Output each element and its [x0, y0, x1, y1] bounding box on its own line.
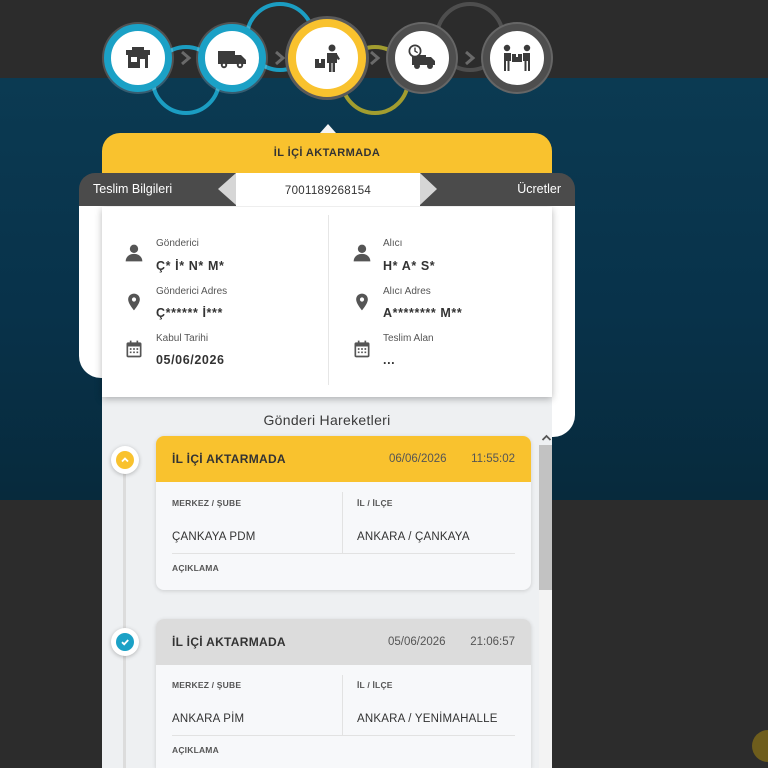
- package-handover-icon: [501, 42, 533, 74]
- branch-value: ANKARA PİM: [172, 713, 245, 725]
- step-in-transit: [198, 24, 266, 92]
- sender-address-label: Gönderici Adres: [156, 286, 228, 297]
- movement-date: 05/06/2026: [388, 636, 446, 648]
- shipment-info-box: Gönderici Ç* İ* N* M* Gönderici Adres Ç*…: [102, 207, 552, 397]
- tab-fees[interactable]: Ücretler: [420, 173, 575, 206]
- receiver-label: Alıcı: [383, 238, 403, 249]
- movement-column-divider: [342, 492, 343, 553]
- person-icon: [124, 243, 144, 263]
- location-pin-icon: [124, 292, 144, 312]
- tracking-number: 7001189268154: [236, 173, 420, 206]
- sender-address-value: Ç****** İ***: [156, 306, 223, 320]
- movement-column-divider: [342, 675, 343, 736]
- delivered-to-value: ...: [383, 353, 396, 367]
- active-step-pointer: [320, 124, 336, 133]
- step-out-for-delivery: [388, 24, 456, 92]
- movement-time: 11:55:02: [471, 453, 515, 465]
- movement-card-header[interactable]: İL İÇİ AKTARMADA 06/06/2026 11:55:02: [156, 436, 531, 482]
- info-column-divider: [328, 215, 329, 385]
- tab-fees-label: Ücretler: [517, 182, 561, 196]
- person-icon: [352, 243, 372, 263]
- sender-value: Ç* İ* N* M*: [156, 259, 225, 273]
- step-arrow-icon: [181, 50, 192, 66]
- step-arrow-icon: [465, 50, 476, 66]
- accept-date-label: Kabul Tarihi: [156, 333, 209, 344]
- city-value: ANKARA / YENİMAHALLE: [357, 713, 498, 725]
- current-status-header: İL İÇİ AKTARMADA: [102, 133, 552, 173]
- receiver-address-value: A******** M**: [383, 306, 463, 320]
- movement-status: İL İÇİ AKTARMADA: [172, 452, 286, 466]
- movement-row-divider: [172, 735, 515, 736]
- card-panel-edge: [552, 200, 575, 437]
- step-branch-office: [104, 24, 172, 92]
- movement-time: 21:06:57: [470, 636, 515, 648]
- movement-status: İL İÇİ AKTARMADA: [172, 635, 286, 649]
- delivered-to-label: Teslim Alan: [383, 333, 434, 344]
- check-icon: [116, 633, 134, 651]
- tab-delivery-info-label: Teslim Bilgileri: [93, 182, 173, 196]
- step-transfer: [288, 19, 366, 97]
- timeline-line: [123, 470, 126, 768]
- branch-label: MERKEZ / ŞUBE: [172, 680, 242, 690]
- calendar-icon: [352, 339, 372, 359]
- city-label: İL / İLÇE: [357, 498, 393, 508]
- branch-office-icon: [122, 42, 154, 74]
- description-label: AÇIKLAMA: [172, 745, 219, 755]
- step-arrow-icon: [370, 50, 381, 66]
- scroll-up-chevron-icon[interactable]: [541, 430, 552, 441]
- movements-title: Gönderi Hareketleri: [263, 412, 391, 428]
- sender-label: Gönderici: [156, 238, 199, 249]
- tab-delivery-info[interactable]: Teslim Bilgileri: [79, 173, 236, 206]
- movement-card: İL İÇİ AKTARMADA 05/06/2026 21:06:57 MER…: [156, 619, 531, 768]
- transfer-person-package-icon: [311, 42, 343, 74]
- receiver-address-label: Alıcı Adres: [383, 286, 431, 297]
- location-pin-icon: [352, 292, 372, 312]
- branch-value: ÇANKAYA PDM: [172, 531, 256, 543]
- tab-arrow-right-icon: [420, 173, 437, 205]
- receiver-value: H* A* S*: [383, 259, 436, 273]
- timeline-marker-current[interactable]: [111, 446, 139, 474]
- movement-card-header[interactable]: İL İÇİ AKTARMADA 05/06/2026 21:06:57: [156, 619, 531, 665]
- scrollbar-thumb[interactable]: [539, 445, 552, 590]
- description-label: AÇIKLAMA: [172, 563, 219, 573]
- city-value: ANKARA / ÇANKAYA: [357, 531, 470, 543]
- chevron-up-icon: [116, 451, 134, 469]
- movement-date: 06/06/2026: [389, 453, 447, 465]
- calendar-icon: [124, 339, 144, 359]
- tab-arrow-left-icon: [218, 173, 236, 205]
- branch-label: MERKEZ / ŞUBE: [172, 498, 242, 508]
- scheduled-delivery-truck-icon: [406, 42, 438, 74]
- movement-row-divider: [172, 553, 515, 554]
- step-arrow-icon: [275, 50, 286, 66]
- movement-card: İL İÇİ AKTARMADA 06/06/2026 11:55:02 MER…: [156, 436, 531, 590]
- step-delivered: [483, 24, 551, 92]
- city-label: İL / İLÇE: [357, 680, 393, 690]
- accept-date-value: 05/06/2026: [156, 353, 225, 367]
- timeline-marker-completed[interactable]: [111, 628, 139, 656]
- truck-icon: [216, 42, 248, 74]
- background-floating-button: [752, 730, 768, 762]
